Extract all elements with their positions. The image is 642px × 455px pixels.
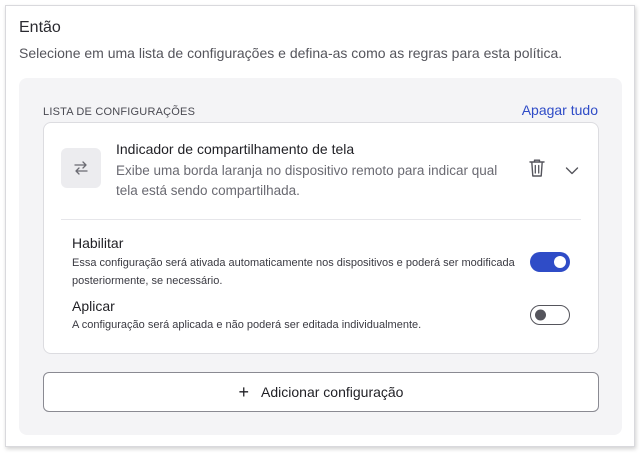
add-setting-label: Adicionar configuração: [261, 384, 404, 400]
setting-title: Indicador de compartilhamento de tela: [116, 141, 355, 157]
enable-toggle[interactable]: [530, 252, 570, 272]
toggle-knob: [535, 309, 546, 321]
enable-option-description: Essa configuração será ativada automatic…: [72, 257, 515, 287]
apply-option-description: A configuração será aplicada e não poder…: [72, 319, 422, 331]
trash-icon[interactable]: [528, 158, 546, 178]
chevron-down-icon[interactable]: [565, 163, 579, 175]
apply-toggle[interactable]: [530, 305, 570, 325]
setting-card: Indicador de compartilhamento de tela Ex…: [43, 122, 599, 354]
enable-option-title: Habilitar: [72, 235, 124, 251]
section-subtitle: Selecione em uma lista de configurações …: [19, 45, 563, 61]
swap-arrows-icon: [61, 148, 101, 188]
section-title: Então: [19, 19, 61, 36]
divider: [61, 219, 581, 220]
policy-rules-section: Então Selecione em uma lista de configur…: [5, 5, 635, 447]
settings-list-label: LISTA DE CONFIGURAÇÕES: [43, 106, 196, 118]
apply-option-title: Aplicar: [72, 298, 115, 314]
plus-icon: +: [238, 382, 250, 402]
settings-panel: LISTA DE CONFIGURAÇÕES Apagar tudo Indic…: [19, 78, 622, 435]
clear-all-link[interactable]: Apagar tudo: [522, 102, 598, 118]
setting-description: Exibe uma borda laranja no dispositivo r…: [116, 163, 498, 198]
toggle-knob: [554, 256, 566, 268]
add-setting-button[interactable]: + Adicionar configuração: [43, 372, 599, 412]
